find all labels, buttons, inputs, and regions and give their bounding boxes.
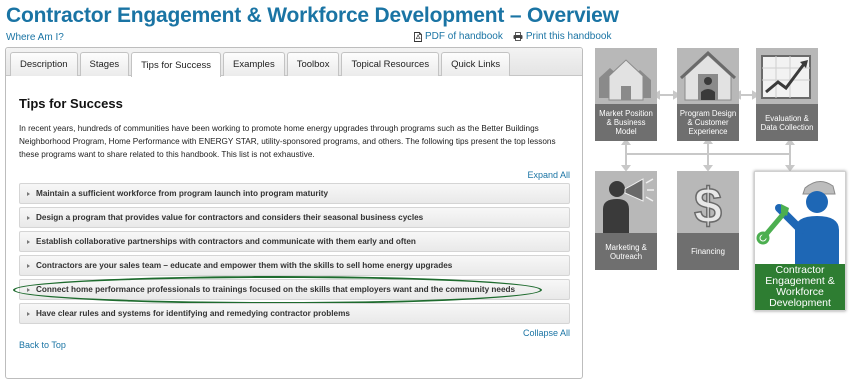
expand-all-link[interactable]: Expand All — [19, 170, 570, 180]
caret-right-icon — [27, 287, 30, 292]
worker-wrench-icon — [755, 172, 845, 264]
caret-right-icon — [27, 239, 30, 244]
stage-label: Market Position & Business Model — [595, 104, 657, 141]
pdf-link-label: PDF of handbook — [425, 31, 503, 42]
tab-content: Tips for Success In recent years, hundre… — [6, 96, 582, 350]
accordion-item-label: Connect home performance professionals t… — [36, 285, 516, 295]
tab-topical-resources[interactable]: Topical Resources — [341, 52, 440, 76]
accordion-item-highlighted[interactable]: Connect home performance professionals t… — [13, 276, 570, 305]
page-title: Contractor Engagement & Workforce Develo… — [6, 4, 619, 27]
where-am-i-link[interactable]: Where Am I? — [6, 32, 64, 43]
stage-program-design[interactable]: Program Design & Customer Experience — [677, 48, 739, 141]
tab-quick-links[interactable]: Quick Links — [441, 52, 511, 76]
accordion-item-label: Maintain a sufficient workforce from pro… — [36, 189, 329, 199]
dollar-sign-icon: $ — [677, 171, 739, 235]
printer-icon — [513, 32, 523, 41]
stage-label: Evaluation & Data Collection — [756, 104, 818, 141]
back-to-top-link[interactable]: Back to Top — [19, 340, 570, 350]
stage-label: Program Design & Customer Experience — [677, 104, 739, 141]
accordion-item[interactable]: Establish collaborative partnerships wit… — [19, 231, 570, 253]
top-links: PDF of handbook Print this handbook — [414, 31, 611, 42]
caret-right-icon — [27, 263, 30, 268]
stage-marketing[interactable]: Marketing & Outreach — [595, 171, 657, 270]
accordion-item[interactable]: Maintain a sufficient workforce from pro… — [19, 183, 570, 205]
pdf-link[interactable]: PDF of handbook — [414, 31, 503, 42]
accordion-item[interactable]: Design a program that provides value for… — [19, 207, 570, 229]
accordion-item[interactable]: Contractors are your sales team – educat… — [19, 255, 570, 277]
stage-financing[interactable]: $ Financing — [677, 171, 739, 270]
caret-right-icon — [27, 215, 30, 220]
stage-label: Marketing & Outreach — [595, 233, 657, 270]
tab-examples[interactable]: Examples — [222, 52, 285, 76]
accordion-item-label: Contractors are your sales team – educat… — [36, 261, 453, 271]
stage-market-position[interactable]: Market Position & Business Model — [595, 48, 657, 141]
tips-panel: Description Stages Tips for Success Exam… — [5, 47, 583, 379]
stage-evaluation[interactable]: Evaluation & Data Collection — [756, 48, 818, 141]
section-heading: Tips for Success — [19, 96, 123, 111]
megaphone-person-icon — [595, 171, 657, 233]
stage-contractor-engagement[interactable]: Contractor Engagement & Workforce Develo… — [754, 171, 846, 311]
tab-description[interactable]: Description — [10, 52, 78, 76]
tips-accordion: Maintain a sufficient workforce from pro… — [13, 183, 570, 325]
handbook-stage-diagram: Market Position & Business Model Program… — [590, 40, 850, 392]
accordion-item-label: Have clear rules and systems for identif… — [36, 309, 350, 319]
house-person-icon — [677, 48, 739, 104]
accordion-item[interactable]: Have clear rules and systems for identif… — [19, 303, 570, 325]
tab-tips-for-success[interactable]: Tips for Success — [131, 52, 221, 77]
caret-right-icon — [27, 311, 30, 316]
collapse-all-link[interactable]: Collapse All — [19, 328, 570, 338]
caret-right-icon — [27, 191, 30, 196]
tab-toolbox[interactable]: Toolbox — [286, 52, 340, 76]
intro-paragraph: In recent years, hundreds of communities… — [19, 124, 556, 159]
tab-bar: Description Stages Tips for Success Exam… — [6, 48, 582, 77]
house-neighborhood-icon — [595, 48, 657, 104]
growth-chart-icon — [756, 48, 818, 104]
pdf-icon — [414, 31, 422, 42]
stage-label: Contractor Engagement & Workforce Develo… — [755, 264, 845, 310]
accordion-item-label: Establish collaborative partnerships wit… — [36, 237, 416, 247]
svg-text:$: $ — [694, 178, 722, 233]
accordion-item-label: Design a program that provides value for… — [36, 213, 424, 223]
stage-label: Financing — [677, 233, 739, 270]
tab-stages[interactable]: Stages — [79, 52, 130, 76]
